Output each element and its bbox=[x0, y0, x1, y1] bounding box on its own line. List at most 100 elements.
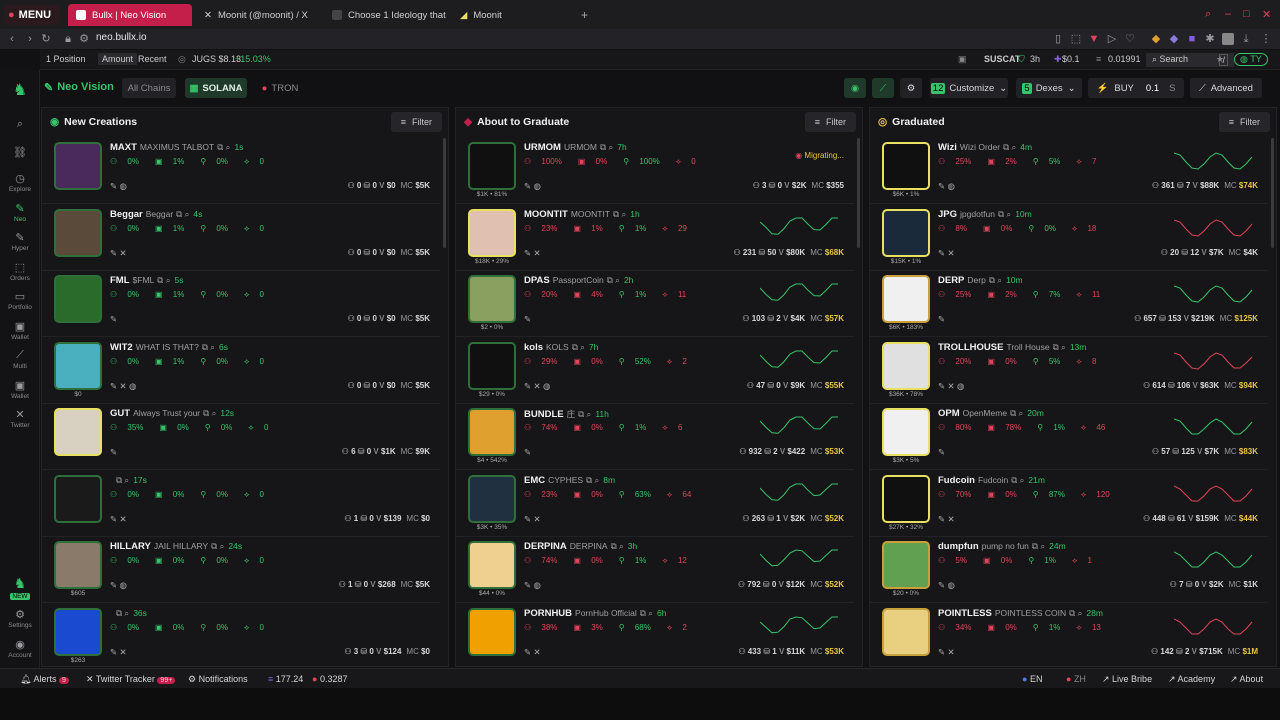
alerts-button[interactable]: 🔔︎ Alerts 9 bbox=[20, 674, 69, 685]
token-avatar[interactable] bbox=[468, 341, 516, 390]
pill-icon[interactable]: ✎ bbox=[524, 580, 531, 590]
minimize-icon[interactable]: – bbox=[1225, 8, 1231, 20]
link-nav-icon[interactable]: ⛓ bbox=[0, 146, 40, 160]
copy-icon[interactable]: ⧉ ⌕ bbox=[116, 475, 129, 485]
positions-button[interactable]: 1 Position bbox=[46, 54, 86, 64]
globe-icon[interactable]: ◍ bbox=[120, 181, 127, 191]
token-card[interactable]: POINTLESS POINTLESS COIN ⧉ ⌕ 28m ⚇ 34% ▣ 0% ⚲ … bbox=[870, 603, 1268, 667]
copy-icon[interactable]: ⧉ ⌕ bbox=[640, 608, 653, 618]
advanced-button[interactable]: ⟋ Advanced bbox=[1190, 78, 1262, 98]
x-icon[interactable]: ✕ bbox=[120, 647, 127, 657]
copy-icon[interactable]: ⧉ ⌕ bbox=[578, 409, 591, 419]
token-symbol[interactable]: MOONTIT bbox=[524, 209, 568, 220]
globe-icon[interactable]: ◍ bbox=[957, 381, 964, 391]
quick-buy[interactable]: ⚡ BUY 0.1 S bbox=[1088, 78, 1184, 98]
token-card[interactable]: $6K • 183% DERP Derp ⧉ ⌕ 10m ⚇ 25% ▣ 2% ⚲ 7% ⟡ 1… bbox=[870, 270, 1268, 337]
token-symbol[interactable]: DERP bbox=[938, 275, 964, 286]
about-link[interactable]: ↗ About bbox=[1230, 674, 1263, 685]
browser-menu-icon[interactable]: ⋮ bbox=[1260, 33, 1272, 45]
token-symbol[interactable]: GUT bbox=[110, 408, 130, 419]
token-card[interactable]: ⧉ ⌕ 17s ⚇ 0% ▣ 0% ⚲ 0% ⟡ 0 ✎ ✕ ⚇ 1 ⛁ 0 V $139 M… bbox=[42, 470, 440, 537]
copy-icon[interactable]: ⧉ ⌕ bbox=[116, 608, 129, 618]
account-nav[interactable]: ◉ Account bbox=[0, 638, 40, 659]
pill-icon[interactable]: ✎ bbox=[524, 447, 531, 457]
token-card[interactable]: $36K • 78% TROLLHOUSE Troll House ⧉ ⌕ 13m ⚇ 2… bbox=[870, 337, 1268, 404]
pill-icon[interactable]: ✎ bbox=[110, 580, 117, 590]
search-nav-icon[interactable]: ⌕ bbox=[0, 118, 40, 132]
tab-bullx[interactable]: Bullx | Neo Vision bbox=[68, 4, 192, 26]
search-icon[interactable]: ⌕ bbox=[1205, 8, 1211, 21]
copy-icon[interactable]: ⧉ ⌕ bbox=[1011, 475, 1024, 485]
pill-icon[interactable]: ✎ bbox=[524, 248, 531, 258]
copy-icon[interactable]: ⧉ ⌕ bbox=[613, 209, 626, 219]
nav-item-3[interactable]: ⬚ Orders bbox=[0, 261, 40, 282]
token-avatar[interactable] bbox=[54, 341, 102, 390]
token-card[interactable]: $6K • 1% Wizi Wizi Order ⧉ ⌕ 4m ⚇ 25% ▣ 2% ⚲ 5%… bbox=[870, 137, 1268, 204]
token-symbol[interactable]: DERPINA bbox=[524, 541, 567, 552]
nav-item-4[interactable]: ▭ Portfolio bbox=[0, 290, 40, 311]
token-symbol[interactable]: Wizi bbox=[938, 142, 957, 153]
tab-moonit-x[interactable]: ✕ Moonit (@moonit) / X bbox=[196, 4, 320, 26]
pill-icon[interactable]: ✎ bbox=[524, 181, 531, 191]
bullx-logo-icon[interactable]: ♞ bbox=[0, 80, 40, 100]
pill-icon[interactable]: ✎ bbox=[524, 314, 531, 324]
pill-icon[interactable]: ✎ bbox=[938, 381, 945, 391]
nav-item-5[interactable]: ▣ Wallet bbox=[0, 320, 40, 341]
nav-item-1[interactable]: ✎ Neo bbox=[0, 202, 40, 223]
globe-icon[interactable]: ◍ bbox=[129, 381, 136, 391]
token-card[interactable]: FML $FML ⧉ ⌕ 5s ⚇ 0% ▣ 1% ⚲ 0% ⟡ 0 ✎ ⚇ 0 ⛁ 0 V $… bbox=[42, 270, 440, 337]
nav-item-0[interactable]: ◷ Explore bbox=[0, 172, 40, 193]
forward-icon[interactable]: › bbox=[24, 33, 36, 45]
token-avatar[interactable] bbox=[882, 275, 930, 323]
copy-icon[interactable]: ⧉ ⌕ bbox=[572, 342, 585, 352]
pill-icon[interactable]: ✎ bbox=[938, 580, 945, 590]
x-icon[interactable]: ✕ bbox=[948, 647, 955, 657]
filter-button[interactable]: ≡ Filter bbox=[804, 112, 856, 132]
copy-icon[interactable]: ⧉ ⌕ bbox=[203, 408, 216, 418]
token-avatar[interactable] bbox=[882, 541, 930, 589]
token-card[interactable]: Beggar Beggar ⧉ ⌕ 4s ⚇ 0% ▣ 1% ⚲ 0% ⟡ 0 ✎ ✕ ⚇ 0 … bbox=[42, 204, 440, 271]
pill-icon[interactable]: ✎ bbox=[110, 314, 117, 324]
tab-moonit[interactable]: ◢ Moonit bbox=[452, 4, 576, 26]
globe-icon[interactable]: ◍ bbox=[120, 580, 127, 590]
token-card[interactable]: $1K • 81% URMOM URMOM ⧉ ⌕ 7h ⚇ 100% ▣ 0% ⚲ 100%… bbox=[456, 137, 854, 204]
pill-icon[interactable]: ✎ bbox=[110, 181, 117, 191]
token-avatar[interactable] bbox=[468, 275, 516, 323]
eye-icon[interactable]: ◉ bbox=[844, 78, 866, 98]
x-icon[interactable]: ✕ bbox=[534, 381, 541, 391]
settings-nav[interactable]: ⚙ Settings bbox=[0, 608, 40, 629]
token-avatar[interactable] bbox=[882, 208, 930, 257]
gear-icon[interactable]: ⚙ bbox=[900, 78, 922, 98]
pill-icon[interactable]: ✎ bbox=[938, 647, 945, 657]
menu-button[interactable]: ● MENU bbox=[4, 5, 60, 25]
globe-icon[interactable]: ◍ bbox=[534, 580, 541, 590]
puzzle-icon[interactable]: ✱ bbox=[1204, 33, 1216, 45]
chain-all[interactable]: All Chains bbox=[122, 78, 176, 98]
pill-icon[interactable]: ✎ bbox=[938, 514, 945, 524]
filter-button[interactable]: ≡ Filter bbox=[390, 112, 442, 132]
token-card[interactable]: $44 • 0% DERPINA DERPINA ⧉ ⌕ 3h ⚇ 74% ▣ 0% ⚲ 1%… bbox=[456, 536, 854, 603]
lang-zh[interactable]: ● ZH bbox=[1066, 674, 1086, 684]
copy-icon[interactable]: ⧉ ⌕ bbox=[202, 342, 215, 352]
token-symbol[interactable]: TROLLHOUSE bbox=[938, 342, 1003, 353]
token-symbol[interactable]: MAXT bbox=[110, 142, 137, 153]
token-card[interactable]: $29 • 0% kols KOLS ⧉ ⌕ 7h ⚇ 29% ▣ 0% ⚲ 52% ⟡ 2 ✎ … bbox=[456, 337, 854, 404]
token-avatar[interactable] bbox=[54, 408, 102, 456]
token-symbol[interactable]: HILLARY bbox=[110, 541, 151, 552]
token-card[interactable]: $605 HILLARY JAIL HILLARY ⧉ ⌕ 24s ⚇ 0% ▣ 0% ⚲ 0… bbox=[42, 536, 440, 603]
token-symbol[interactable]: Fudcoin bbox=[938, 475, 975, 486]
token-avatar[interactable] bbox=[54, 541, 102, 589]
token-card[interactable]: $15K • 1% JPG jpgdotfun ⧉ ⌕ 10m ⚇ 8% ▣ 0% ⚲ 0% ⟡… bbox=[870, 204, 1268, 271]
url-text[interactable]: neo.bullx.io bbox=[96, 32, 147, 43]
pill-icon[interactable]: ✎ bbox=[938, 447, 945, 457]
twitter-tracker-button[interactable]: ✕ Twitter Tracker 99+ bbox=[86, 674, 176, 685]
nav-item-6[interactable]: ⟋ Multi bbox=[0, 349, 40, 370]
copy-icon[interactable]: ⧉ ⌕ bbox=[1032, 541, 1045, 551]
token-symbol[interactable]: Beggar bbox=[110, 209, 143, 220]
nav-item-8[interactable]: ✕ Twitter bbox=[0, 408, 40, 429]
watch-token[interactable]: SUSCAT bbox=[984, 54, 1020, 64]
pill-icon[interactable]: ✎ bbox=[524, 381, 531, 391]
shield-icon[interactable]: ▼ bbox=[1088, 33, 1100, 45]
token-symbol[interactable]: WIT2 bbox=[110, 342, 133, 353]
globe-icon[interactable]: ◍ bbox=[948, 580, 955, 590]
